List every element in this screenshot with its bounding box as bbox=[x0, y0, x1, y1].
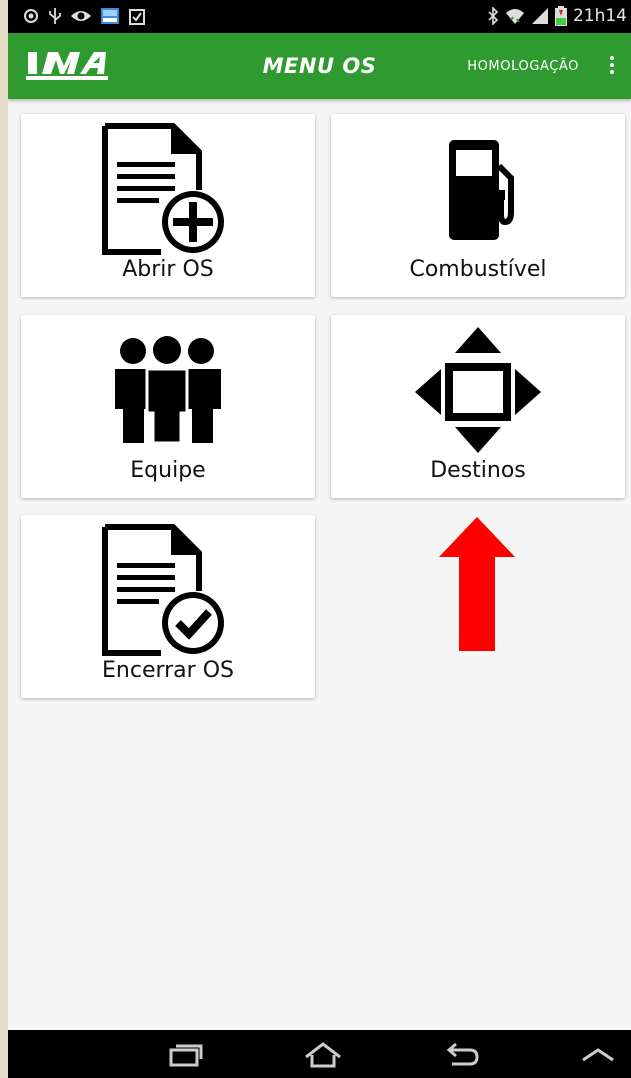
menu-card-abrir-os[interactable]: Abrir OS bbox=[21, 114, 315, 297]
menu-label: Destinos bbox=[430, 458, 526, 483]
fuel-pump-icon bbox=[449, 140, 514, 240]
menu-card-destinos[interactable]: Destinos bbox=[331, 315, 625, 498]
red-arrow-up-icon bbox=[439, 517, 515, 651]
signal-icon bbox=[531, 8, 548, 24]
menu-card-combustivel[interactable]: Combustível bbox=[331, 114, 625, 297]
phone-screen: 21h14 MENU OS HOMOLOGAÇÃO Abrir OS Combu… bbox=[8, 0, 631, 1078]
menu-label: Equipe bbox=[130, 458, 206, 483]
back-icon[interactable] bbox=[444, 1042, 480, 1068]
image-icon bbox=[101, 8, 119, 24]
app-bar: MENU OS HOMOLOGAÇÃO bbox=[8, 33, 631, 99]
wifi-icon bbox=[505, 9, 524, 24]
up-chevron-icon[interactable] bbox=[580, 1046, 616, 1062]
status-left-icons bbox=[22, 7, 146, 25]
location-icon bbox=[24, 9, 38, 23]
move-arrows-icon bbox=[415, 327, 541, 453]
document-check-icon bbox=[102, 524, 224, 656]
team-icon bbox=[115, 336, 221, 445]
navigation-bar bbox=[8, 1030, 631, 1078]
menu-card-encerrar-os[interactable]: Encerrar OS bbox=[21, 515, 315, 698]
bluetooth-icon bbox=[488, 7, 499, 25]
usb-icon bbox=[49, 8, 61, 24]
status-time: 21h14 bbox=[572, 6, 627, 26]
document-add-icon bbox=[102, 123, 224, 255]
battery-icon bbox=[554, 6, 567, 26]
eye-icon bbox=[71, 11, 91, 21]
environment-label[interactable]: HOMOLOGAÇÃO bbox=[467, 59, 579, 74]
menu-label: Combustível bbox=[409, 257, 547, 282]
recent-apps-icon[interactable] bbox=[168, 1043, 204, 1067]
home-icon[interactable] bbox=[303, 1041, 343, 1069]
menu-label: Abrir OS bbox=[122, 257, 214, 282]
status-right: 21h14 bbox=[487, 6, 627, 26]
status-bar: 21h14 bbox=[8, 0, 631, 33]
menu-label: Encerrar OS bbox=[102, 658, 234, 683]
clipboard-icon bbox=[129, 9, 145, 25]
menu-card-equipe[interactable]: Equipe bbox=[21, 315, 315, 498]
overflow-menu-icon[interactable] bbox=[607, 56, 617, 78]
